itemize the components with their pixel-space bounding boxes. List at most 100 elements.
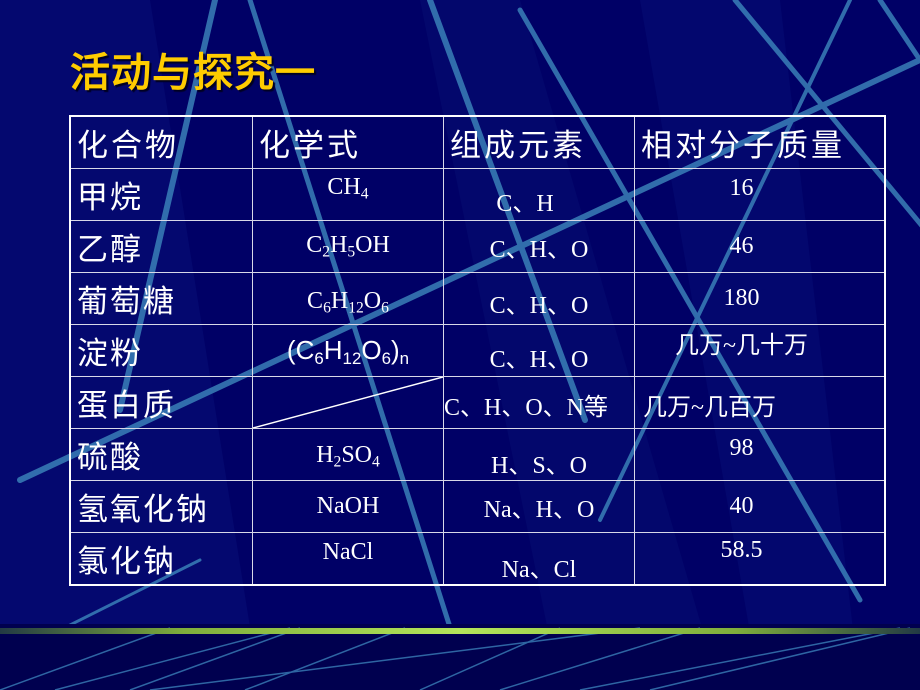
table-row: 淀粉 (C6H12O6)n C、H、O 几万~几十万 [69,324,886,377]
table-row: 甲烷 CH4 C、H 16 [69,168,886,221]
chemical-formula: CH4 [327,174,368,204]
elements-cell: C、H [443,168,635,221]
molecular-mass-cell: 180 [634,272,886,325]
formula-subscript: 6 [323,299,331,317]
header-formula: 化学式 [252,115,444,169]
formula-cell: NaOH [252,480,444,533]
chemical-formula: C2H5OH [306,232,390,262]
formula-cell: H2SO4 [252,428,444,481]
formula-subscript: 6 [381,349,391,369]
molecular-mass-text: 几万~几百万 [643,395,776,421]
slide-title: 活动与探究一 [70,50,316,96]
footer-line [0,627,171,690]
elements-text: Na、Cl [501,557,577,583]
molecular-mass-cell: 46 [634,220,886,273]
footer-line [419,627,561,690]
molecular-mass-text: 16 [729,175,754,201]
molecular-mass-text: 40 [729,493,754,519]
formula-cell: CH4 [252,168,444,221]
formula-symbol: ) [390,335,400,366]
chemical-formula: NaOH [317,493,380,520]
formula-symbol: SO [341,441,373,468]
footer-line [54,627,291,690]
header-elements: 组成元素 [443,115,635,169]
elements-text: C、H、O [489,293,589,319]
formula-subscript: 6 [314,349,324,369]
formula-subscript: n [399,349,410,369]
compound-table: 化合物 化学式 组成元素 相对分子质量 甲烷 CH4 C、H 16 乙醇 C2H5OH C、… [69,115,886,586]
formula-cell: C2H5OH [252,220,444,273]
formula-symbol: NaCl [322,539,374,565]
molecular-mass-cell: 40 [634,480,886,533]
molecular-mass-text: 180 [723,285,760,311]
formula-symbol: O [361,335,382,366]
formula-subscript: 6 [381,299,389,317]
compound-name-cell: 葡萄糖 [69,272,253,325]
table-row: 氢氧化钠 NaOH Na、H、O 40 [69,480,886,533]
formula-subscript: 12 [342,349,362,369]
elements-cell: Na、Cl [443,532,635,586]
table-header-row: 化合物 化学式 组成元素 相对分子质量 [69,115,886,169]
elements-text: C、H、O [489,237,589,263]
formula-symbol: O [363,287,382,314]
formula-cell: C6H12O6 [252,272,444,325]
molecular-mass-text: 98 [729,435,754,461]
formula-cell: NaCl [252,532,444,586]
formula-subscript: 2 [322,243,330,261]
formula-symbol: H [323,335,343,366]
molecular-mass-cell: 58.5 [634,532,886,586]
elements-cell: C、H、O [443,272,635,325]
molecular-mass-cell: 16 [634,168,886,221]
chemical-formula: H2SO4 [316,442,380,472]
empty-cell-diagonal [253,377,443,428]
elements-text: C、H、O、N等 [444,395,609,421]
formula-symbol: OH [355,231,390,258]
elements-text: Na、H、O [483,497,595,523]
formula-cell: (C6H12O6)n [252,324,444,377]
table-row: 乙醇 C2H5OH C、H、O 46 [69,220,886,273]
molecular-mass-cell: 几万~几百万 [634,376,886,429]
table-row: 硫酸 H2SO4 H、S、O 98 [69,428,886,481]
elements-text: H、S、O [490,453,587,479]
compound-name-cell: 蛋白质 [69,376,253,429]
compound-name-cell: 硫酸 [69,428,253,481]
formula-symbol: (C [286,335,315,366]
formula-symbol: CH [327,173,361,200]
formula-symbol: C [307,287,324,314]
footer-line [129,627,301,690]
molecular-mass-text: 几万~几十万 [675,333,808,359]
molecular-mass-text: 58.5 [720,537,763,563]
elements-cell: Na、H、O [443,480,635,533]
table-row: 蛋白质 C、H、O、N等 几万~几百万 [69,376,886,429]
formula-subscript: 4 [372,453,380,471]
formula-subscript: 4 [360,185,369,203]
header-compound: 化合物 [69,115,253,169]
compound-name-cell: 乙醇 [69,220,253,273]
molecular-mass-text: 46 [729,233,754,259]
compound-name-cell: 氯化钠 [69,532,253,586]
elements-cell: H、S、O [443,428,635,481]
formula-subscript: 12 [348,299,364,317]
diagonal-line [253,377,443,428]
compound-name-cell: 淀粉 [69,324,253,377]
formula-symbol: NaOH [316,493,380,519]
compound-name-cell: 甲烷 [69,168,253,221]
elements-text: C、H、O [489,347,589,373]
formula-cell [252,376,444,429]
compound-name-cell: 氢氧化钠 [69,480,253,533]
chemical-formula: NaCl [323,539,374,566]
formula-symbol: H [330,231,348,258]
footer-line [649,627,911,690]
table-body: 甲烷 CH4 C、H 16 乙醇 C2H5OH C、H、O 46 葡萄糖 C6H12O6 C、H、O… [69,168,886,586]
table-row: 氯化钠 NaCl Na、Cl 58.5 [69,532,886,586]
elements-cell: C、H、O [443,220,635,273]
molecular-mass-cell: 几万~几十万 [634,324,886,377]
formula-subscript: 5 [347,243,356,261]
footer-line [244,627,406,690]
formula-symbol: H [316,441,334,468]
table-row: 葡萄糖 C6H12O6 C、H、O 180 [69,272,886,325]
chemical-formula: (C6H12O6)n [287,335,409,369]
formula-symbol: C [306,231,323,258]
footer-line [149,627,641,690]
footer-line [499,627,701,690]
